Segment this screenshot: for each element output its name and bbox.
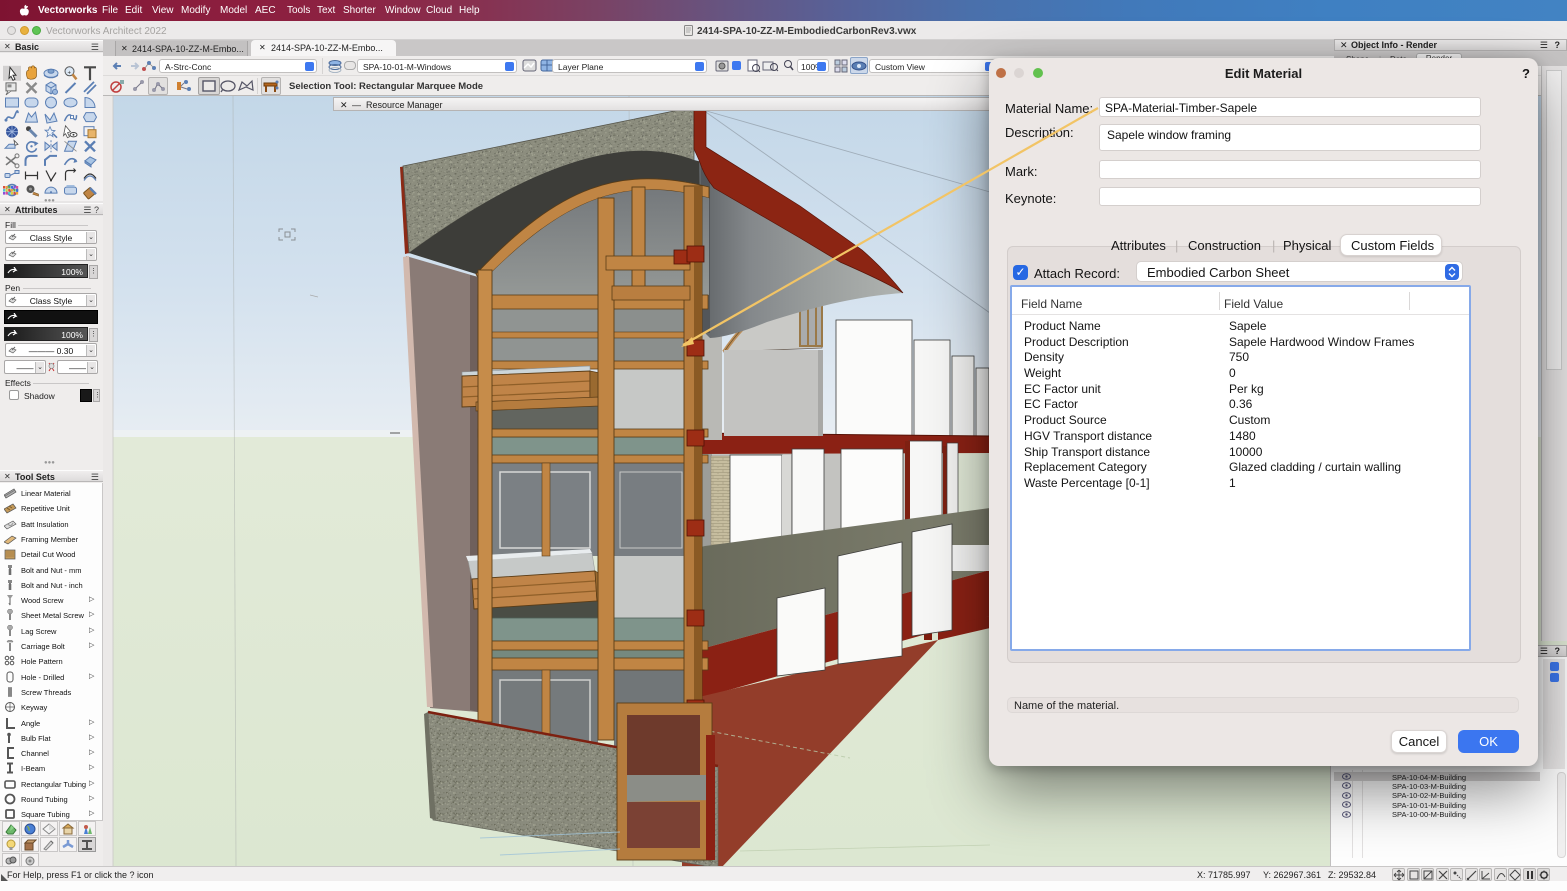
- svg-text:+: +: [68, 70, 72, 76]
